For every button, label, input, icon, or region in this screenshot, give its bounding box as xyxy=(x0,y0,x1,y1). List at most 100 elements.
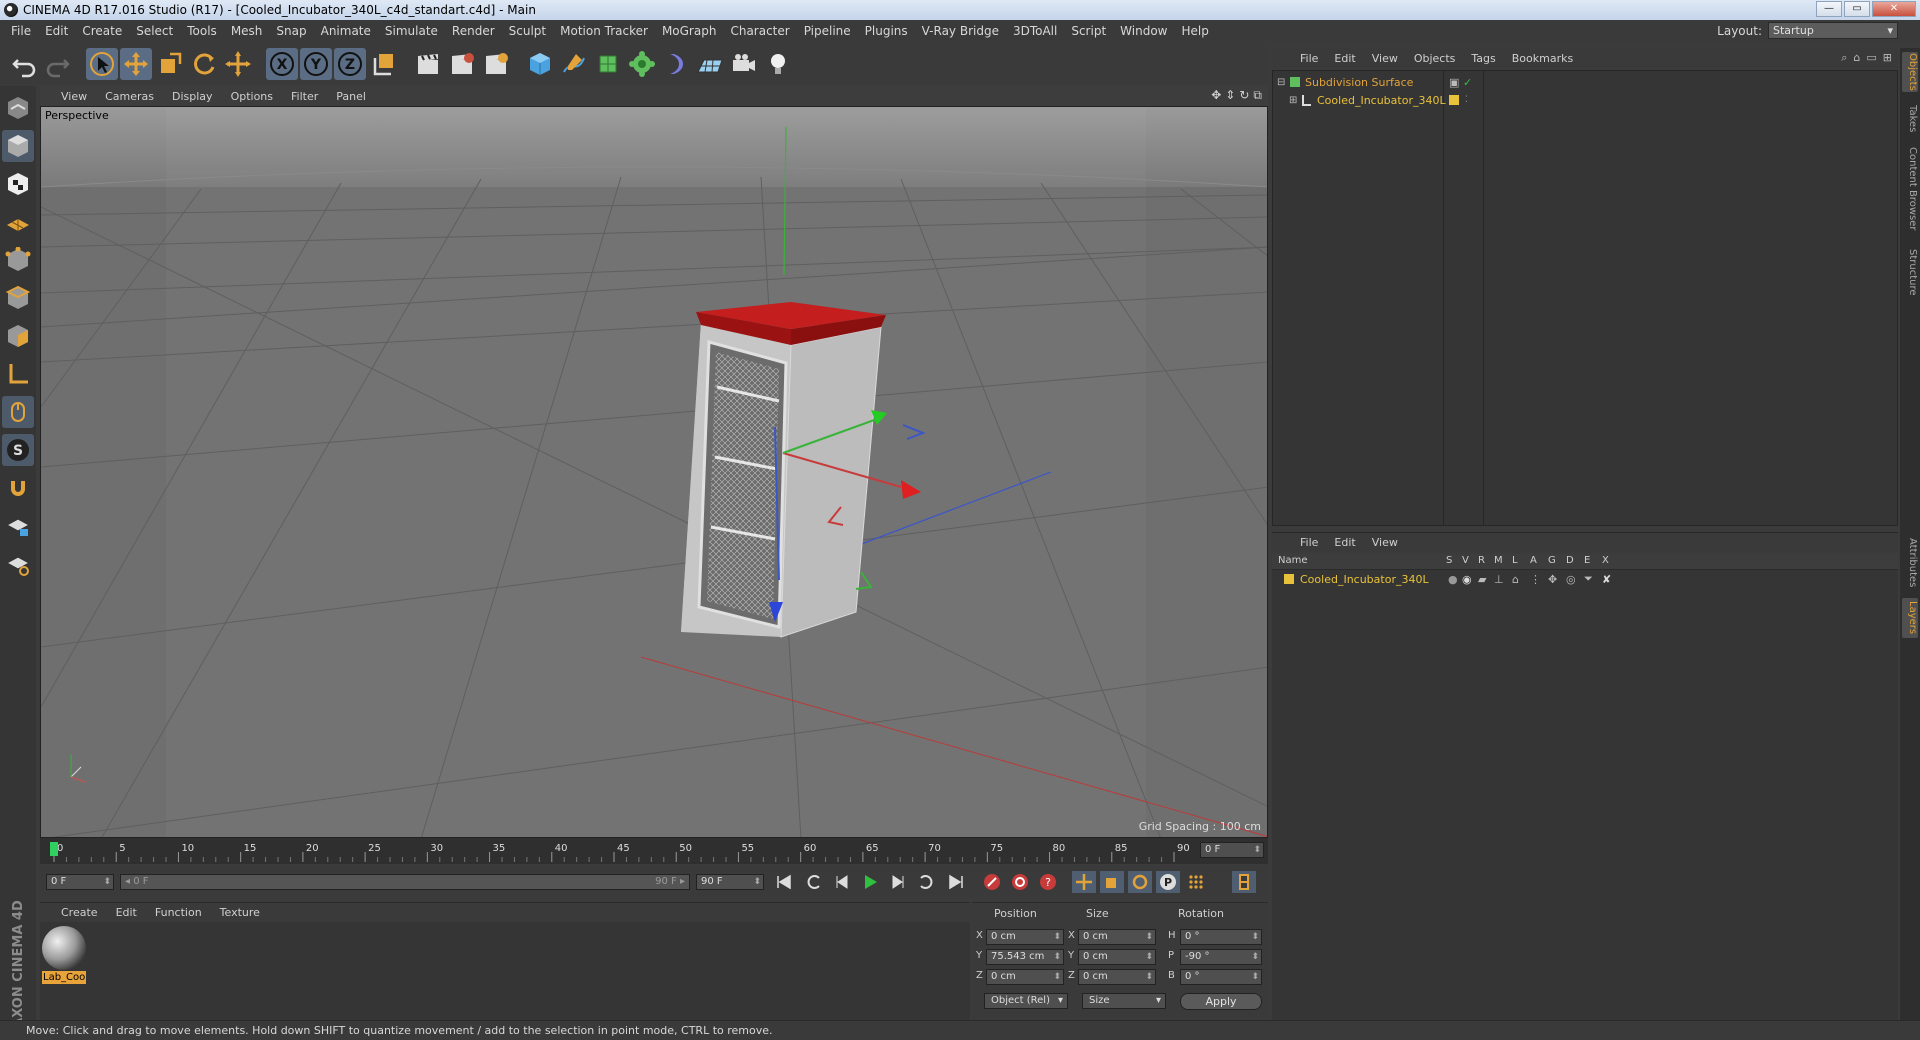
object-menu-view[interactable]: View xyxy=(1364,52,1406,65)
pan-view-icon[interactable]: ✥ xyxy=(1211,88,1221,103)
object-menu-tags[interactable]: Tags xyxy=(1463,52,1503,65)
size-x-field[interactable]: 0 cm xyxy=(1078,929,1156,945)
column-locked[interactable]: L xyxy=(1512,555,1518,566)
pen-spline-button[interactable] xyxy=(558,48,590,80)
make-editable-button[interactable] xyxy=(2,92,34,124)
menu-render[interactable]: Render xyxy=(445,24,502,38)
floor-button[interactable] xyxy=(694,48,726,80)
column-name[interactable]: Name xyxy=(1278,555,1308,566)
menu-mesh[interactable]: Mesh xyxy=(224,24,270,38)
apply-button[interactable]: Apply xyxy=(1180,993,1262,1010)
animation-icon[interactable]: ⋮ xyxy=(1530,573,1541,586)
material-menu-create[interactable]: Create xyxy=(52,906,107,919)
lock-icon[interactable]: ⌂ xyxy=(1512,573,1519,586)
manager-icon[interactable]: ⊥ xyxy=(1494,573,1504,586)
menu-motion-tracker[interactable]: Motion Tracker xyxy=(553,24,655,38)
edit-toggle-icon[interactable]: ▣ xyxy=(1449,76,1459,89)
size-y-field[interactable]: 0 cm xyxy=(1078,949,1156,965)
workplane-mode-button[interactable] xyxy=(2,206,34,238)
render-picture-viewer-button[interactable] xyxy=(446,48,478,80)
view-eye-icon[interactable]: ◉ xyxy=(1462,573,1472,586)
render-icon[interactable]: ▰ xyxy=(1478,573,1486,586)
menu-character[interactable]: Character xyxy=(723,24,796,38)
layer-menu-view[interactable]: View xyxy=(1364,536,1406,549)
menu-plugins[interactable]: Plugins xyxy=(858,24,915,38)
column-deformers[interactable]: D xyxy=(1566,555,1574,566)
enabled-check-icon[interactable]: ✓ xyxy=(1463,76,1472,89)
maximize-button[interactable]: ▭ xyxy=(1844,1,1870,17)
live-selection-button[interactable] xyxy=(86,48,118,80)
viewport-menu-options[interactable]: Options xyxy=(222,90,282,103)
key-parameter-button[interactable]: P xyxy=(1156,871,1180,893)
column-solo[interactable]: S xyxy=(1446,555,1452,566)
coordinate-system-button[interactable] xyxy=(368,48,400,80)
column-xref[interactable]: X xyxy=(1602,555,1609,566)
viewport-menu-cameras[interactable]: Cameras xyxy=(96,90,163,103)
lock-workplane-button[interactable] xyxy=(2,510,34,542)
visibility-dots-icon[interactable]: ⁚ xyxy=(1465,95,1468,105)
menu-window[interactable]: Window xyxy=(1113,24,1174,38)
material-menu-texture[interactable]: Texture xyxy=(211,906,269,919)
size-z-field[interactable]: 0 cm xyxy=(1078,969,1156,985)
menu-tools[interactable]: Tools xyxy=(180,24,224,38)
cube-object-button[interactable] xyxy=(524,48,556,80)
cloner-button[interactable] xyxy=(626,48,658,80)
key-scale-button[interactable] xyxy=(1100,871,1124,893)
rotation-p-field[interactable]: -90 ° xyxy=(1180,949,1262,965)
menu-pipeline[interactable]: Pipeline xyxy=(797,24,858,38)
polygons-mode-button[interactable] xyxy=(2,320,34,352)
menu-select[interactable]: Select xyxy=(129,24,180,38)
playhead[interactable] xyxy=(50,842,58,856)
go-to-end-button[interactable] xyxy=(944,871,968,893)
y-axis-lock-button[interactable]: Y xyxy=(300,48,332,80)
render-settings-button[interactable] xyxy=(480,48,512,80)
expression-icon[interactable]: ⏷ xyxy=(1584,572,1593,586)
menu-vray-bridge[interactable]: V-Ray Bridge xyxy=(915,24,1006,38)
grid-snap-button[interactable] xyxy=(2,548,34,580)
layer-menu-file[interactable]: File xyxy=(1292,536,1326,549)
column-expressions[interactable]: E xyxy=(1584,555,1590,566)
tab-layers[interactable]: Layers xyxy=(1902,598,1918,638)
snapping-button[interactable]: S xyxy=(2,434,34,466)
column-animation[interactable]: A xyxy=(1530,555,1537,566)
x-axis-lock-button[interactable]: X xyxy=(266,48,298,80)
current-frame-field[interactable]: 0 F xyxy=(46,874,114,890)
magnet-button[interactable] xyxy=(2,472,34,504)
previous-key-button[interactable] xyxy=(802,871,826,893)
viewport-menu-panel[interactable]: Panel xyxy=(327,90,375,103)
tab-takes[interactable]: Takes xyxy=(1902,102,1918,136)
timeline[interactable]: 0 5 10 15 20 25 30 35 40 45 50 55 60 65 70 75 80 85 90 0 F xyxy=(40,838,1268,864)
timeline-ruler[interactable]: 0 5 10 15 20 25 30 35 40 45 50 55 60 65 70 75 80 85 90 xyxy=(50,840,1190,862)
menu-snap[interactable]: Snap xyxy=(269,24,313,38)
solo-icon[interactable]: ● xyxy=(1448,573,1458,586)
tab-objects[interactable]: Objects xyxy=(1902,52,1918,92)
next-frame-button[interactable] xyxy=(886,871,910,893)
layer-menu-edit[interactable]: Edit xyxy=(1326,536,1363,549)
menu-mograph[interactable]: MoGraph xyxy=(655,24,724,38)
position-x-field[interactable]: 0 cm xyxy=(986,929,1064,945)
object-menu-bookmarks[interactable]: Bookmarks xyxy=(1504,52,1581,65)
max-frame-field[interactable]: 90 F xyxy=(696,874,764,890)
object-menu-objects[interactable]: Objects xyxy=(1406,52,1464,65)
key-pla-button[interactable] xyxy=(1184,871,1208,893)
undo-button[interactable] xyxy=(8,48,40,80)
close-button[interactable]: ✕ xyxy=(1872,1,1916,17)
position-z-field[interactable]: 0 cm xyxy=(986,969,1064,985)
rotation-b-field[interactable]: 0 ° xyxy=(1180,969,1262,985)
menu-3dtoall[interactable]: 3DToAll xyxy=(1006,24,1064,38)
maximize-view-icon[interactable]: ⧉ xyxy=(1253,88,1262,103)
light-button[interactable] xyxy=(762,48,794,80)
menu-create[interactable]: Create xyxy=(75,24,129,38)
texture-mode-button[interactable] xyxy=(2,168,34,200)
key-rotation-button[interactable] xyxy=(1128,871,1152,893)
deformer-button[interactable] xyxy=(660,48,692,80)
layer-color-swatch[interactable] xyxy=(1449,95,1459,105)
expand-toggle-icon[interactable]: ⊞ xyxy=(1289,95,1301,106)
menu-edit[interactable]: Edit xyxy=(38,24,75,38)
timeline-end-field[interactable]: 0 F xyxy=(1200,842,1264,858)
menu-simulate[interactable]: Simulate xyxy=(378,24,445,38)
menu-script[interactable]: Script xyxy=(1064,24,1113,38)
model-mode-button[interactable] xyxy=(2,130,34,162)
record-keys-button[interactable] xyxy=(980,871,1004,893)
viewport-menu-filter[interactable]: Filter xyxy=(282,90,327,103)
